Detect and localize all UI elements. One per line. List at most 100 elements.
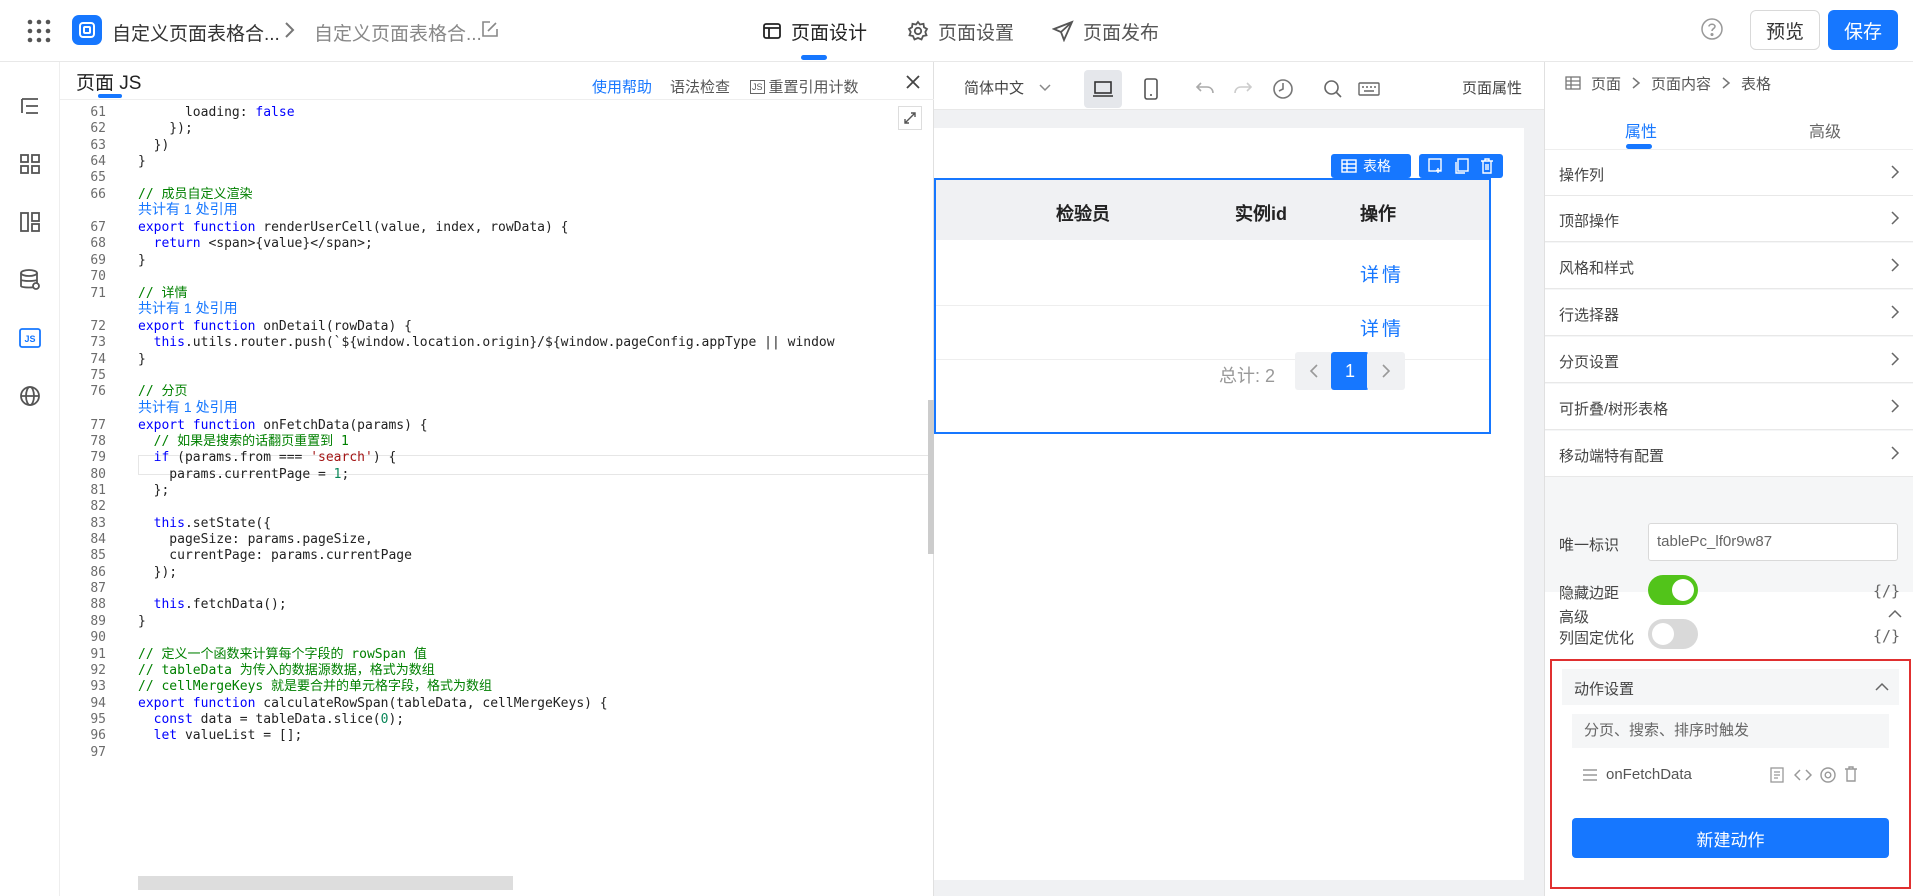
column-header-instance-id[interactable]: 实例id: [1235, 200, 1287, 226]
new-action-button[interactable]: 新建动作: [1572, 818, 1889, 858]
help-icon[interactable]: [1700, 17, 1724, 41]
preview-button[interactable]: 预览: [1750, 10, 1820, 50]
horizontal-scrollbar[interactable]: [138, 876, 513, 890]
save-button[interactable]: 保存: [1828, 10, 1898, 50]
chevron-right-icon: [1887, 164, 1903, 180]
chevron-right-icon: [1887, 210, 1903, 226]
tab-page-settings[interactable]: 页面设置: [907, 0, 1014, 62]
globe-icon[interactable]: [16, 382, 44, 410]
drag-handle-icon[interactable]: [1582, 768, 1598, 782]
section-header[interactable]: 行选择器: [1545, 290, 1913, 336]
help-link[interactable]: 使用帮助: [592, 76, 652, 97]
search-icon[interactable]: [1314, 70, 1352, 108]
tab-page-design[interactable]: 页面设计: [762, 0, 867, 62]
gear-icon: [907, 20, 929, 42]
section-label: 风格和样式: [1559, 260, 1635, 277]
variable-binding-button[interactable]: {/}: [1873, 582, 1900, 600]
redo-icon[interactable]: [1224, 70, 1262, 108]
js-panel-title: 页面 JS: [76, 73, 142, 94]
code-editor[interactable]: 61 loading: false 62 }); 63 }) 64} 65 66// 成员…: [60, 100, 934, 896]
language-select[interactable]: 简体中文: [964, 77, 1052, 98]
js-rail-label: JS: [24, 334, 35, 344]
unique-id-input[interactable]: tablePc_lf0r9w87: [1648, 523, 1898, 561]
unique-id-label: 唯一标识: [1559, 537, 1620, 554]
mobile-view-icon[interactable]: [1132, 70, 1170, 108]
lint-button[interactable]: 语法检查: [670, 76, 730, 97]
language-value: 简体中文: [964, 80, 1025, 97]
components-icon[interactable]: [16, 150, 44, 178]
reset-refs-label: 重置引用计数: [768, 79, 859, 96]
next-page-button[interactable]: [1367, 352, 1405, 390]
code-icon[interactable]: [1794, 767, 1812, 783]
doc-icon[interactable]: [1769, 767, 1785, 783]
reset-refs-button[interactable]: JS 重置引用计数: [750, 76, 859, 97]
undo-icon[interactable]: [1186, 70, 1224, 108]
breadcrumb-table[interactable]: 表格: [1741, 73, 1771, 94]
close-icon[interactable]: [905, 74, 921, 90]
section-header[interactable]: 分页设置: [1545, 337, 1913, 383]
trash-icon[interactable]: [1480, 158, 1494, 174]
chevron-up-icon: [1874, 679, 1890, 695]
variable-binding-button[interactable]: {/}: [1873, 627, 1900, 645]
layout-icon: [762, 21, 782, 41]
title-indicator: [98, 94, 122, 98]
column-header-action[interactable]: 操作: [1360, 200, 1396, 226]
edit-icon[interactable]: [480, 19, 500, 39]
line-number: 97: [90, 744, 106, 760]
reference-count-lens[interactable]: 共计有 1 处引用: [138, 200, 238, 218]
app-logo-icon[interactable]: [72, 15, 102, 45]
table-component-badge[interactable]: 表格: [1331, 154, 1411, 178]
section-header[interactable]: 顶部操作: [1545, 196, 1913, 242]
reference-count-lens[interactable]: 共计有 1 处引用: [138, 398, 238, 416]
table-component[interactable]: 检验员 实例id 操作 详情 详情 总计: 2 1: [934, 178, 1491, 434]
chevron-right-icon: [1887, 351, 1903, 367]
reference-count-lens[interactable]: 共计有 1 处引用: [138, 299, 238, 317]
action-item[interactable]: onFetchData: [1572, 749, 1889, 803]
fixed-col-toggle[interactable]: [1648, 619, 1698, 649]
section-header[interactable]: 操作列: [1545, 150, 1913, 196]
action-settings-header[interactable]: 动作设置: [1562, 669, 1899, 705]
keyboard-icon[interactable]: [1350, 70, 1388, 108]
gear-icon[interactable]: [1819, 766, 1837, 784]
breadcrumb-page-content[interactable]: 页面内容: [1651, 73, 1711, 94]
trash-icon[interactable]: [1844, 766, 1858, 782]
add-column-icon[interactable]: [1428, 158, 1444, 174]
tab-page-publish[interactable]: 页面发布: [1052, 0, 1159, 62]
js-icon[interactable]: JS: [16, 324, 44, 352]
column-header-inspector[interactable]: 检验员: [1056, 200, 1110, 226]
line-number: 76: [90, 384, 106, 400]
page-number-button[interactable]: 1: [1331, 352, 1369, 390]
action-settings-title: 动作设置: [1574, 681, 1635, 698]
desktop-view-icon[interactable]: [1084, 70, 1122, 108]
section-label: 分页设置: [1559, 354, 1620, 371]
page-props-button[interactable]: 页面属性: [1462, 77, 1522, 98]
detail-link[interactable]: 详情: [1360, 260, 1404, 287]
layout-panels-icon[interactable]: [16, 208, 44, 236]
page-title[interactable]: 自定义页面表格合...: [314, 19, 482, 46]
chevron-right-icon: [1631, 76, 1641, 90]
prev-page-button[interactable]: [1295, 352, 1333, 390]
apps-grid-icon[interactable]: [26, 18, 52, 44]
datasource-icon[interactable]: [16, 266, 44, 294]
breadcrumb-page[interactable]: 页面: [1591, 73, 1621, 94]
hide-margin-label: 隐藏边距: [1559, 585, 1620, 602]
detail-link[interactable]: 详情: [1360, 314, 1404, 341]
section-label: 可折叠/树形表格: [1559, 401, 1669, 418]
chevron-right-icon: [282, 20, 296, 40]
section-label: 顶部操作: [1559, 213, 1620, 230]
section-header[interactable]: 移动端特有配置: [1545, 431, 1913, 477]
properties-panel: 页面 页面内容 表格 属性 高级 操作列顶部操作风格和样式行选择器分页设置可折叠…: [1544, 62, 1913, 896]
section-header[interactable]: 风格和样式: [1545, 243, 1913, 289]
active-tab-indicator: [1626, 144, 1652, 149]
history-icon[interactable]: [1264, 70, 1302, 108]
app-title[interactable]: 自定义页面表格合...: [112, 19, 280, 46]
hide-margin-toggle[interactable]: [1648, 575, 1698, 605]
outline-icon[interactable]: [16, 92, 44, 120]
js-editor-panel: 页面 JS 使用帮助 语法检查 JS 重置引用计数 61 loading: fa…: [60, 62, 934, 896]
tab-advanced[interactable]: 高级: [1809, 118, 1841, 142]
line-number: 66: [90, 186, 106, 202]
action-settings-box: 动作设置 分页、搜索、排序时触发 onFetchData 新建动作: [1550, 659, 1911, 889]
tab-attributes[interactable]: 属性: [1625, 118, 1657, 142]
section-header[interactable]: 可折叠/树形表格: [1545, 384, 1913, 430]
copy-icon[interactable]: [1454, 158, 1470, 174]
